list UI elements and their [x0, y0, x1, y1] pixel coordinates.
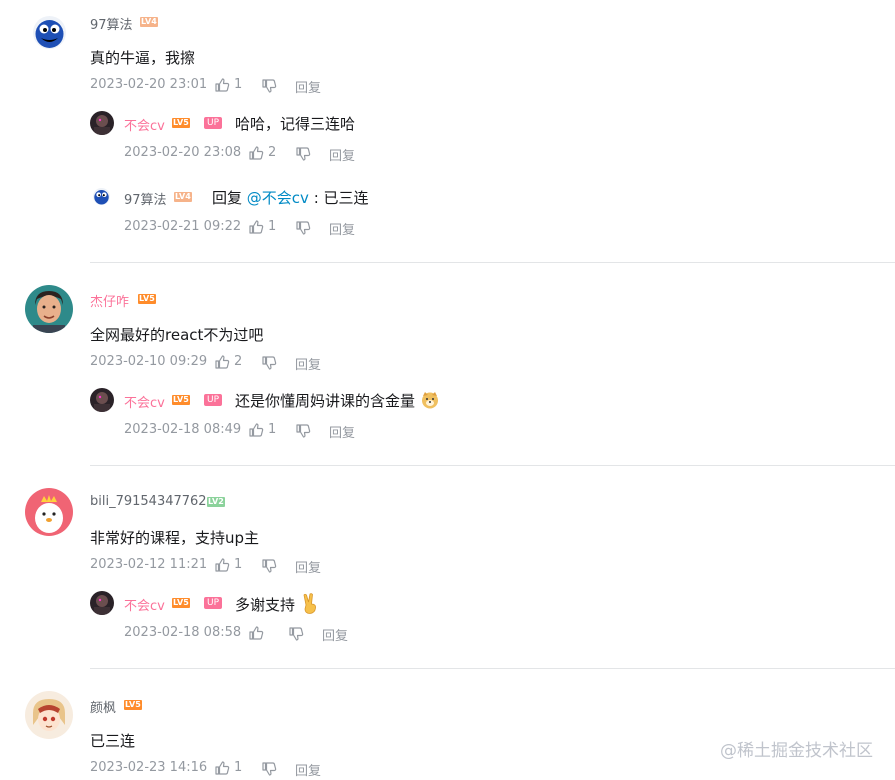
reply-button[interactable]: 回复 [295, 77, 321, 96]
level-badge: LV5 [172, 118, 190, 128]
reply-prefix: 回复 [212, 189, 243, 207]
like-icon[interactable] [248, 145, 264, 161]
watermark: @稀土掘金技术社区 [720, 741, 873, 761]
reply-body: 还是你懂周妈讲课的含金量 [235, 392, 416, 410]
level-badge: LV5 [172, 395, 190, 405]
timestamp: 2023-02-18 08:58 [124, 625, 242, 640]
dislike-icon[interactable] [288, 626, 304, 642]
username[interactable]: 不会cv [124, 392, 165, 411]
avatar[interactable] [90, 111, 114, 135]
avatar[interactable] [25, 488, 73, 536]
dislike-icon[interactable] [261, 761, 277, 777]
avatar[interactable] [33, 16, 66, 49]
like-icon[interactable] [248, 625, 264, 641]
divider [90, 668, 895, 669]
username[interactable]: 不会cv [124, 595, 165, 614]
like-count: 1 [234, 760, 243, 775]
reply-body: : 已三连 [313, 189, 369, 207]
like-count: 1 [234, 77, 243, 92]
timestamp: 2023-02-18 08:49 [124, 422, 242, 437]
divider [90, 465, 895, 466]
avatar[interactable] [93, 188, 110, 205]
reply-text: 回复 @不会cv : 已三连 [212, 187, 369, 208]
up-badge: UP [204, 597, 223, 609]
timestamp: 2023-02-10 09:29 [90, 354, 208, 369]
like-count: 1 [268, 422, 277, 437]
timestamp: 2023-02-20 23:08 [124, 145, 242, 160]
like-icon[interactable] [214, 354, 230, 370]
comment-text: 真的牛逼，我擦 [90, 49, 196, 67]
victory-hand-emoji-icon [303, 593, 316, 614]
mention-link[interactable]: @不会cv [247, 189, 309, 207]
reply-button[interactable]: 回复 [295, 557, 321, 576]
avatar[interactable] [90, 388, 114, 412]
level-badge: LV5 [124, 700, 142, 710]
dislike-icon[interactable] [261, 78, 277, 94]
reply-body: 多谢支持 [235, 596, 296, 614]
like-icon[interactable] [248, 219, 264, 235]
doge-emoji-icon [421, 392, 438, 409]
username[interactable]: 颜枫 [90, 697, 116, 716]
reply-text: 还是你懂周妈讲课的含金量 [235, 390, 440, 411]
comment-text: 非常好的课程，支持up主 [90, 529, 260, 547]
level-badge: LV4 [140, 17, 158, 27]
reply-button[interactable]: 回复 [329, 145, 355, 164]
avatar[interactable] [25, 691, 73, 739]
up-badge: UP [204, 117, 223, 129]
level-badge: LV5 [172, 598, 190, 608]
avatar[interactable] [90, 591, 114, 615]
level-badge: LV2 [207, 497, 225, 507]
up-badge: UP [204, 394, 223, 406]
reply-button[interactable]: 回复 [295, 760, 321, 779]
level-badge: LV5 [138, 294, 156, 304]
timestamp: 2023-02-20 23:01 [90, 77, 208, 92]
reply-button[interactable]: 回复 [329, 219, 355, 238]
like-icon[interactable] [214, 557, 230, 573]
reply-button[interactable]: 回复 [322, 625, 348, 644]
avatar[interactable] [25, 285, 73, 333]
comment-text: 已三连 [90, 732, 136, 750]
comment-text: 全网最好的react不为过吧 [90, 326, 264, 344]
like-count: 1 [234, 557, 243, 572]
dislike-icon[interactable] [261, 355, 277, 371]
username[interactable]: 97算法 [124, 189, 167, 208]
timestamp: 2023-02-12 11:21 [90, 557, 208, 572]
like-count: 1 [268, 219, 277, 234]
reply-button[interactable]: 回复 [329, 422, 355, 441]
timestamp: 2023-02-23 14:16 [90, 760, 208, 775]
dislike-icon[interactable] [295, 423, 311, 439]
reply-button[interactable]: 回复 [295, 354, 321, 373]
username[interactable]: 不会cv [124, 115, 165, 134]
like-icon[interactable] [248, 422, 264, 438]
reply-text: 多谢支持 [235, 593, 320, 615]
username[interactable]: 97算法 [90, 14, 133, 33]
username[interactable]: bili_79154347762 [90, 494, 207, 509]
reply-text: 哈哈，记得三连哈 [235, 115, 356, 133]
dislike-icon[interactable] [261, 558, 277, 574]
like-count: 2 [268, 145, 277, 160]
like-icon[interactable] [214, 77, 230, 93]
username[interactable]: 杰仔咋 [90, 291, 129, 310]
timestamp: 2023-02-21 09:22 [124, 219, 242, 234]
divider [90, 262, 895, 263]
dislike-icon[interactable] [295, 220, 311, 236]
dislike-icon[interactable] [295, 146, 311, 162]
like-count: 2 [234, 354, 243, 369]
like-icon[interactable] [214, 760, 230, 776]
level-badge: LV4 [174, 192, 192, 202]
